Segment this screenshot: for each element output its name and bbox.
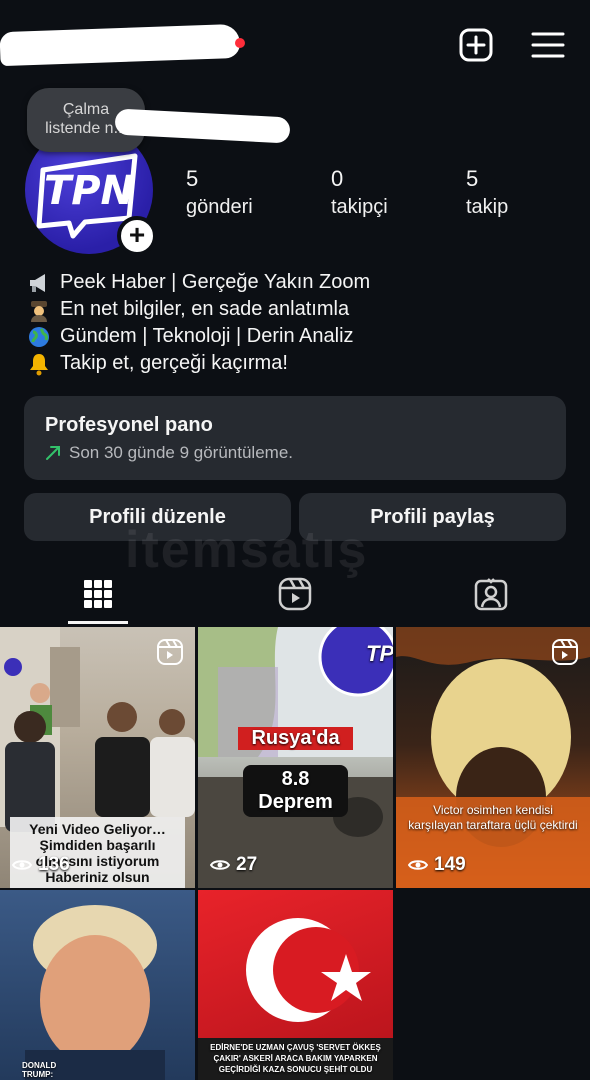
hamburger-menu-icon[interactable] [529,26,567,64]
notification-dot [235,38,245,48]
followers-count: 0 [331,166,344,191]
tagged-icon[interactable] [471,574,511,614]
post-logo-text: TPN [366,641,393,666]
dashboard-title: Profesyonel pano [45,414,213,436]
eye-icon [408,860,428,870]
reel-badge-icon [552,639,578,665]
stat-followers[interactable]: 0 takipçi [331,166,388,219]
bio-line: Takip et, gerçeği kaçırma! [25,350,370,377]
posts-count: 5 [186,166,199,191]
bio-text: Gündem | Teknoloji | Derin Analiz [60,325,354,347]
reels-icon[interactable] [275,574,315,614]
view-count: 27 [210,854,257,876]
view-count-value: 136 [38,854,70,875]
post-headline: Rusya'da [238,727,353,750]
posts-label: gönderi [186,196,253,218]
followers-label: takipçi [331,196,388,218]
post-thumbnail[interactable]: TPN Rusya'da 8.8 Deprem 27 [198,627,393,888]
active-tab-indicator [68,621,128,624]
post-caption: Victor osimhen kendisi karşılayan taraft… [408,803,578,832]
grid-icon[interactable] [78,574,118,614]
post-headline: 8.8 Deprem [243,765,348,817]
post-thumbnail[interactable]: DONALD TRUMP: [0,890,195,1080]
post-caption: EDİRNE'DE UZMAN ÇAVUŞ 'SERVET ÖKKEŞ ÇAKI… [210,1043,381,1074]
post-caption: DONALD TRUMP: [22,1061,57,1079]
plus-square-icon[interactable] [457,26,495,64]
detective-icon [25,298,52,322]
view-count: 149 [408,854,466,876]
edit-profile-button[interactable]: Profili düzenle [24,493,291,541]
following-label: takip [466,196,509,218]
megaphone-icon [25,271,52,295]
professional-dashboard[interactable]: Profesyonel pano Son 30 günde 9 görüntül… [24,396,566,480]
username-redaction [0,23,241,67]
bell-icon [25,352,52,376]
following-count: 5 [466,166,479,191]
bio-text: Takip et, gerçeği kaçırma! [60,352,288,374]
bio-line: Peek Haber | Gerçeğe Yakın Zoom [25,269,370,296]
post-thumbnail[interactable]: Victor osimhen kendisi karşılayan taraft… [396,627,590,888]
post-caption: Yeni Video Geliyor… Şimdiden başarılı ol… [10,817,185,888]
view-count-value: 149 [434,854,466,875]
eye-icon [12,860,32,870]
bio-line: Gündem | Teknoloji | Derin Analiz [25,323,370,350]
reel-badge-icon [157,639,183,665]
bio: Peek Haber | Gerçeğe Yakın Zoom En net b… [25,269,370,377]
globe-icon [25,325,52,349]
top-bar [0,0,590,90]
add-story-button[interactable]: + [117,216,157,256]
avatar-logo-text: TPN [44,168,134,214]
bio-text: Peek Haber | Gerçeğe Yakın Zoom [60,271,371,293]
stat-posts[interactable]: 5 gönderi [186,166,253,219]
share-profile-button[interactable]: Profili paylaş [299,493,566,541]
profile-tabs [0,566,590,624]
post-thumbnail[interactable]: Yeni Video Geliyor… Şimdiden başarılı ol… [0,627,195,888]
bio-text: En net bilgiler, en sade anlatımla [60,298,350,320]
post-thumbnail[interactable]: EDİRNE'DE UZMAN ÇAVUŞ 'SERVET ÖKKEŞ ÇAKI… [198,890,393,1080]
eye-icon [210,860,230,870]
stat-following[interactable]: 5 takip [466,166,508,219]
dashboard-subtitle: Son 30 günde 9 görüntüleme. [69,443,294,462]
view-count-value: 27 [236,854,258,875]
bio-line: En net bilgiler, en sade anlatımla [25,296,370,323]
trend-up-icon [46,446,60,460]
view-count: 136 [12,854,70,876]
